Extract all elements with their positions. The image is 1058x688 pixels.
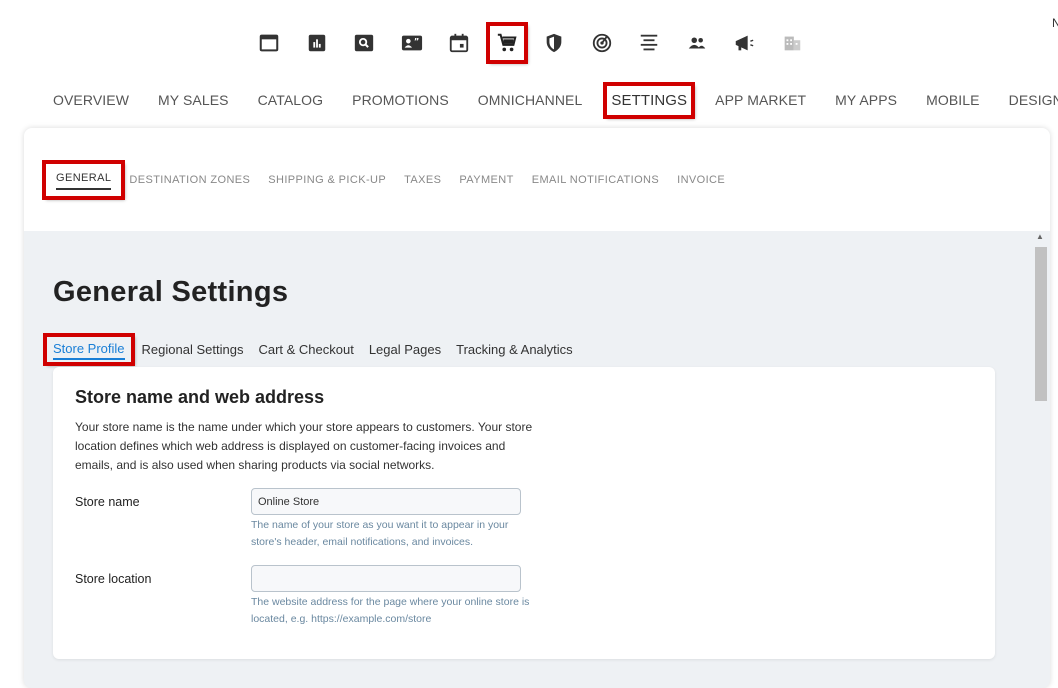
scroll-up-arrow[interactable]: ▲ [1034, 232, 1046, 246]
tab-legal-pages[interactable]: Legal Pages [369, 342, 441, 357]
subnav-payment[interactable]: PAYMENT [459, 174, 513, 186]
target-icon[interactable] [583, 24, 621, 62]
settings-panel: GENERAL DESTINATION ZONES SHIPPING & PIC… [24, 128, 1050, 688]
nav-settings[interactable]: SETTINGS [603, 81, 696, 119]
tab-store-profile[interactable]: Store Profile [43, 333, 135, 366]
subnav-general[interactable]: GENERAL [41, 160, 126, 200]
nav-overview[interactable]: OVERVIEW [53, 92, 129, 108]
app-icon-toolbar: ” [250, 22, 820, 64]
store-name-help: The name of your store as you want it to… [251, 519, 509, 548]
subnav-taxes[interactable]: TAXES [404, 174, 441, 186]
cart-icon[interactable] [485, 22, 528, 64]
store-location-input[interactable] [251, 565, 521, 592]
store-location-help: The website address for the page where y… [251, 596, 530, 625]
building-icon[interactable] [773, 24, 811, 62]
window-icon[interactable] [250, 24, 288, 62]
nav-promotions[interactable]: PROMOTIONS [352, 92, 449, 108]
analytics-icon[interactable] [298, 24, 336, 62]
card-title: Store name and web address [75, 387, 325, 407]
nav-design[interactable]: DESIGN [1009, 92, 1058, 108]
page-title: General Settings [53, 276, 289, 308]
tab-regional-settings[interactable]: Regional Settings [142, 342, 244, 357]
nav-my-apps[interactable]: MY APPS [835, 92, 897, 108]
shield-icon[interactable] [535, 24, 573, 62]
store-name-input[interactable] [251, 488, 521, 515]
nav-app-market[interactable]: APP MARKET [715, 92, 806, 108]
settings-subnav-bar: GENERAL DESTINATION ZONES SHIPPING & PIC… [24, 128, 1050, 231]
calendar-icon[interactable] [440, 24, 478, 62]
svg-text:”: ” [413, 36, 418, 46]
tab-cart-checkout[interactable]: Cart & Checkout [258, 342, 353, 357]
scrollbar-thumb[interactable] [1035, 247, 1047, 401]
store-name-card: Store name and web address Your store na… [53, 367, 995, 659]
main-nav: OVERVIEW MY SALES CATALOG PROMOTIONS OMN… [53, 81, 1058, 119]
settings-tabs: Store Profile Regional Settings Cart & C… [43, 333, 588, 366]
align-center-icon[interactable] [630, 24, 668, 62]
card-description: Your store name is the name under which … [75, 420, 533, 472]
settings-subnav: GENERAL DESTINATION ZONES SHIPPING & PIC… [41, 160, 743, 200]
megaphone-icon[interactable] [725, 24, 763, 62]
corner-text: N [1052, 16, 1058, 30]
subnav-destination-zones[interactable]: DESTINATION ZONES [129, 174, 250, 186]
nav-catalog[interactable]: CATALOG [258, 92, 324, 108]
tab-tracking-analytics[interactable]: Tracking & Analytics [456, 342, 573, 357]
people-icon[interactable] [678, 24, 716, 62]
subnav-invoice[interactable]: INVOICE [677, 174, 725, 186]
subnav-shipping-pickup[interactable]: SHIPPING & PICK-UP [268, 174, 386, 186]
store-location-label: Store location [75, 572, 152, 586]
nav-my-sales[interactable]: MY SALES [158, 92, 229, 108]
nav-mobile[interactable]: MOBILE [926, 92, 980, 108]
search-icon[interactable] [345, 24, 383, 62]
store-name-label: Store name [75, 495, 140, 509]
subnav-email-notifications[interactable]: EMAIL NOTIFICATIONS [532, 174, 659, 186]
nav-omnichannel[interactable]: OMNICHANNEL [478, 92, 583, 108]
contact-card-icon[interactable]: ” [393, 24, 431, 62]
